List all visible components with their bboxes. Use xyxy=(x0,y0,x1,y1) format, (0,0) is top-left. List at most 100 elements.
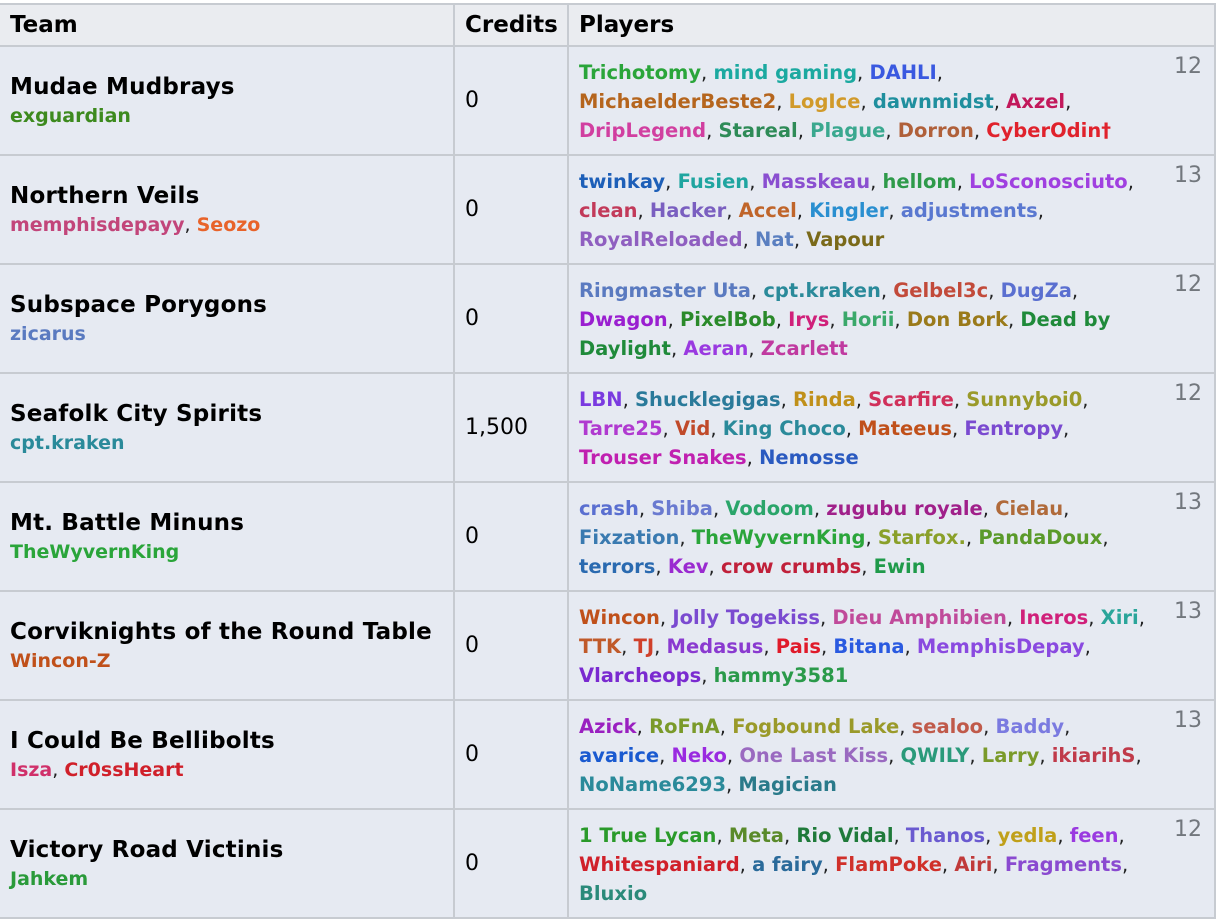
player-link[interactable]: sealoo xyxy=(912,715,983,738)
player-link[interactable]: Aeran xyxy=(683,337,748,360)
player-link[interactable]: Pais xyxy=(776,635,821,658)
player-link[interactable]: FlamPoke xyxy=(835,853,942,876)
player-link[interactable]: crash xyxy=(579,497,639,520)
player-link[interactable]: NoName6293 xyxy=(579,773,726,796)
player-link[interactable]: Shiba xyxy=(651,497,713,520)
player-link[interactable]: Plague xyxy=(810,119,885,142)
player-link[interactable]: Baddy xyxy=(995,715,1064,738)
player-link[interactable]: Fogbound Lake xyxy=(732,715,899,738)
player-link[interactable]: Kingler xyxy=(809,199,888,222)
player-link[interactable]: Ewin xyxy=(874,555,926,578)
player-link[interactable]: RoFnA xyxy=(649,715,720,738)
player-link[interactable]: Masskeau xyxy=(762,170,871,193)
manager-link[interactable]: Wincon-Z xyxy=(10,650,111,672)
manager-link[interactable]: Seozo xyxy=(197,214,261,236)
manager-link[interactable]: cpt.kraken xyxy=(10,432,125,454)
player-link[interactable]: Fragments xyxy=(1005,853,1122,876)
player-link[interactable]: Accel xyxy=(739,199,797,222)
player-link[interactable]: Rio Vidal xyxy=(796,824,893,847)
player-link[interactable]: avarice xyxy=(579,744,659,767)
player-link[interactable]: Shucklegigas xyxy=(635,388,781,411)
player-link[interactable]: mind gaming xyxy=(713,61,857,84)
player-link[interactable]: Axzel xyxy=(1006,90,1065,113)
player-link[interactable]: adjustments xyxy=(901,199,1038,222)
player-link[interactable]: TheWyvernKing xyxy=(692,526,866,549)
player-link[interactable]: RoyalReloaded xyxy=(579,228,743,251)
player-link[interactable]: Dorron xyxy=(898,119,974,142)
player-link[interactable]: Zcarlett xyxy=(761,337,848,360)
player-link[interactable]: Airi xyxy=(954,853,992,876)
player-link[interactable]: QWILY xyxy=(901,744,970,767)
player-link[interactable]: LogIce xyxy=(789,90,861,113)
player-link[interactable]: DripLegend xyxy=(579,119,706,142)
player-link[interactable]: MichaelderBeste2 xyxy=(579,90,776,113)
player-link[interactable]: Gelbel3c xyxy=(893,279,988,302)
player-link[interactable]: Starfox. xyxy=(878,526,966,549)
player-link[interactable]: Azick xyxy=(579,715,637,738)
player-link[interactable]: Neko xyxy=(672,744,727,767)
player-link[interactable]: Vlarcheops xyxy=(579,664,701,687)
player-link[interactable]: terrors xyxy=(579,555,655,578)
player-link[interactable]: One Last Kiss xyxy=(739,744,888,767)
player-link[interactable]: twinkay xyxy=(579,170,665,193)
player-link[interactable]: zugubu royale xyxy=(826,497,983,520)
player-link[interactable]: Nat xyxy=(755,228,794,251)
player-link[interactable]: Fixzation xyxy=(579,526,679,549)
player-link[interactable]: Kev xyxy=(668,555,709,578)
player-link[interactable]: clean xyxy=(579,199,638,222)
manager-link[interactable]: exguardian xyxy=(10,105,131,127)
player-link[interactable]: 1 True Lycan xyxy=(579,824,716,847)
player-link[interactable]: DAHLI xyxy=(869,61,936,84)
manager-link[interactable]: TheWyvernKing xyxy=(10,541,179,563)
player-link[interactable]: Meta xyxy=(729,824,784,847)
player-link[interactable]: Mateeus xyxy=(858,417,952,440)
player-link[interactable]: Bitana xyxy=(833,635,904,658)
player-link[interactable]: hellom xyxy=(883,170,957,193)
player-link[interactable]: DugZa xyxy=(1001,279,1072,302)
player-link[interactable]: a fairy xyxy=(752,853,823,876)
player-link[interactable]: Vapour xyxy=(806,228,884,251)
player-link[interactable]: Irys xyxy=(788,308,829,331)
player-link[interactable]: Vid xyxy=(675,417,710,440)
player-link[interactable]: Larry xyxy=(982,744,1040,767)
player-link[interactable]: TTK xyxy=(579,635,621,658)
player-link[interactable]: Whitespaniard xyxy=(579,853,740,876)
player-link[interactable]: cpt.kraken xyxy=(763,279,881,302)
player-link[interactable]: Trichotomy xyxy=(579,61,701,84)
player-link[interactable]: Ineros xyxy=(1019,606,1088,629)
player-link[interactable]: Dwagon xyxy=(579,308,668,331)
player-link[interactable]: Trouser Snakes xyxy=(579,446,747,469)
player-link[interactable]: feen xyxy=(1070,824,1119,847)
player-link[interactable]: CyberOdin† xyxy=(986,119,1111,142)
player-link[interactable]: Vodoom xyxy=(725,497,814,520)
player-link[interactable]: Xiri xyxy=(1101,606,1139,629)
player-link[interactable]: Horii xyxy=(842,308,895,331)
player-link[interactable]: Fentropy xyxy=(964,417,1063,440)
player-link[interactable]: Rinda xyxy=(793,388,856,411)
player-link[interactable]: PixelBob xyxy=(680,308,776,331)
player-link[interactable]: Sunnyboi0 xyxy=(966,388,1082,411)
player-link[interactable]: MemphisDepay xyxy=(917,635,1085,658)
player-link[interactable]: Jolly Togekiss xyxy=(672,606,820,629)
player-link[interactable]: hammy3581 xyxy=(714,664,849,687)
player-link[interactable]: TJ xyxy=(634,635,655,658)
player-link[interactable]: Don Bork xyxy=(907,308,1008,331)
player-link[interactable]: King Choco xyxy=(723,417,846,440)
manager-link[interactable]: memphisdepayy xyxy=(10,214,185,236)
player-link[interactable]: Thanos xyxy=(906,824,985,847)
player-link[interactable]: Tarre25 xyxy=(579,417,663,440)
player-link[interactable]: PandaDoux xyxy=(978,526,1102,549)
player-link[interactable]: Nemosse xyxy=(759,446,859,469)
player-link[interactable]: ikiarihS xyxy=(1052,744,1136,767)
player-link[interactable]: LBN xyxy=(579,388,623,411)
player-link[interactable]: Ringmaster Uta xyxy=(579,279,751,302)
player-link[interactable]: crow crumbs xyxy=(721,555,861,578)
player-link[interactable]: Scarfire xyxy=(868,388,954,411)
manager-link[interactable]: Isza xyxy=(10,759,52,781)
player-link[interactable]: Medasus xyxy=(667,635,764,658)
player-link[interactable]: Dieu Amphibien xyxy=(832,606,1006,629)
player-link[interactable]: Hacker xyxy=(650,199,726,222)
player-link[interactable]: Cielau xyxy=(995,497,1063,520)
player-link[interactable]: dawnmidst xyxy=(873,90,994,113)
player-link[interactable]: Stareal xyxy=(719,119,798,142)
